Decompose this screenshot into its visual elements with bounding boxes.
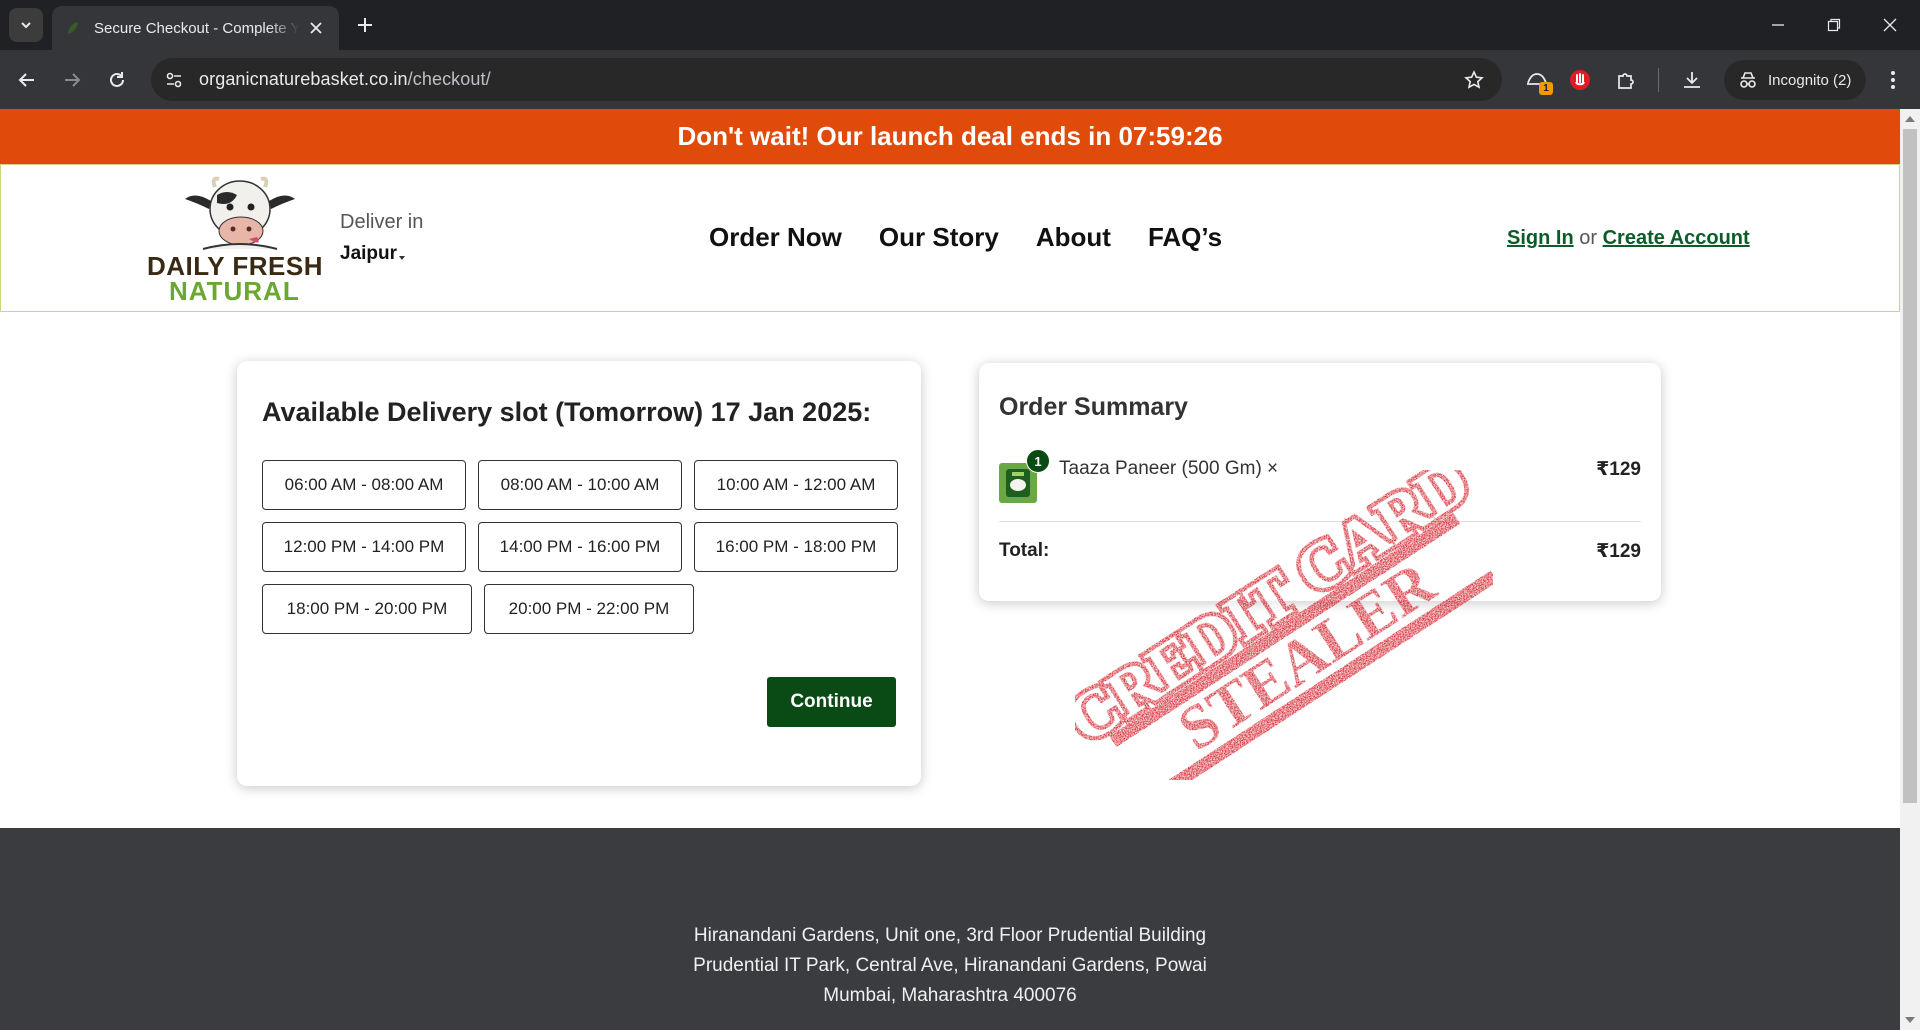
- create-account-link[interactable]: Create Account: [1603, 227, 1750, 249]
- item-price: ₹129: [1596, 459, 1641, 480]
- page-scrollbar[interactable]: [1900, 109, 1920, 1030]
- slot-button[interactable]: 16:00 PM - 18:00 PM: [694, 522, 898, 572]
- scrollbar-thumb[interactable]: [1903, 129, 1917, 803]
- extension-hat-icon[interactable]: 1: [1520, 63, 1554, 97]
- tab-search-button[interactable]: [9, 8, 43, 42]
- extensions-puzzle-icon[interactable]: [1609, 63, 1643, 97]
- arrow-right-icon: [65, 73, 81, 87]
- slot-button[interactable]: 12:00 PM - 14:00 PM: [262, 522, 466, 572]
- company-address: Hiranandani Gardens, Unit one, 3rd Floor…: [0, 921, 1900, 1011]
- slot-button[interactable]: 10:00 AM - 12:00 AM: [694, 460, 898, 510]
- chevron-down-icon: [21, 22, 31, 29]
- reload-button[interactable]: [100, 63, 134, 97]
- incognito-icon: [1740, 72, 1756, 88]
- checkout-page: Don't wait! Our launch deal ends in 07:5…: [0, 109, 1900, 1030]
- minimize-icon: [1772, 24, 1784, 26]
- caret-down-icon: [399, 256, 406, 260]
- new-tab-button[interactable]: [352, 12, 378, 38]
- total-value: ₹129: [1596, 541, 1641, 562]
- browser-tab-strip: Secure Checkout - Complete Your Order: [0, 0, 1920, 50]
- deliver-label: Deliver in: [340, 211, 424, 233]
- url-path: /checkout/: [407, 69, 491, 89]
- address-line: Prudential IT Park, Central Ave, Hiranan…: [693, 955, 1207, 976]
- minimize-button[interactable]: [1750, 0, 1806, 50]
- deliver-city-name: Jaipur: [340, 243, 398, 264]
- restore-icon: [1827, 18, 1841, 32]
- page-viewport: Don't wait! Our launch deal ends in 07:5…: [0, 109, 1920, 1030]
- browser-tab-active[interactable]: Secure Checkout - Complete Your Order: [52, 6, 339, 50]
- extension-badge: 1: [1539, 82, 1553, 95]
- address-line: Hiranandani Gardens, Unit one, 3rd Floor…: [693, 925, 1207, 946]
- delivery-location[interactable]: Deliver in Jaipur: [340, 211, 423, 265]
- bookmark-star-icon[interactable]: [1458, 64, 1490, 96]
- slot-button[interactable]: 08:00 AM - 10:00 AM: [478, 460, 682, 510]
- incognito-indicator[interactable]: Incognito (2): [1724, 60, 1866, 100]
- paneer-pack-icon: [1006, 469, 1030, 497]
- item-quantity-badge: 1: [1026, 449, 1050, 473]
- sign-in-link[interactable]: Sign In: [1507, 227, 1574, 249]
- browser-toolbar: organicnaturebasket.co.in/checkout/ 1 In…: [0, 50, 1920, 109]
- logo-line2: NATURAL: [169, 276, 300, 306]
- close-tab-icon[interactable]: [305, 17, 327, 39]
- scroll-down-icon[interactable]: [1905, 1017, 1915, 1023]
- restore-button[interactable]: [1806, 0, 1862, 50]
- slot-button[interactable]: 06:00 AM - 08:00 AM: [262, 460, 466, 510]
- continue-button[interactable]: Continue: [767, 677, 896, 727]
- scroll-up-icon[interactable]: [1905, 116, 1915, 122]
- delivery-slot-card: Available Delivery slot (Tomorrow) 17 Ja…: [237, 361, 921, 786]
- address-bar[interactable]: organicnaturebasket.co.in/checkout/: [151, 58, 1502, 101]
- favicon-icon: [64, 19, 82, 37]
- close-icon: [1883, 18, 1897, 32]
- nav-our-story[interactable]: Our Story: [879, 222, 999, 253]
- order-summary-title: Order Summary: [999, 393, 1188, 421]
- site-footer: Hiranandani Gardens, Unit one, 3rd Floor…: [0, 828, 1900, 1030]
- back-button[interactable]: [10, 63, 44, 97]
- browser-menu-icon[interactable]: [1878, 63, 1908, 97]
- delivery-slot-title: Available Delivery slot (Tomorrow) 17 Ja…: [262, 397, 872, 427]
- nav-about[interactable]: About: [1036, 222, 1111, 253]
- url-text: organicnaturebasket.co.in/checkout/: [199, 69, 491, 90]
- auth-links: Sign In or Create Account: [1507, 227, 1750, 250]
- nav-faqs[interactable]: FAQ’s: [1148, 222, 1222, 253]
- forward-button[interactable]: [55, 63, 89, 97]
- close-window-button[interactable]: [1862, 0, 1918, 50]
- total-label: Total:: [999, 540, 1050, 561]
- plus-icon: [358, 18, 372, 32]
- cow-mascot-icon: [185, 176, 295, 250]
- auth-or-text: or: [1579, 227, 1598, 249]
- brand-logo[interactable]: DAILY FRESH NATURAL: [145, 173, 333, 306]
- promo-text: Don't wait! Our launch deal ends in 07:5…: [677, 121, 1223, 151]
- nav-order-now[interactable]: Order Now: [709, 222, 842, 253]
- slot-button[interactable]: 20:00 PM - 22:00 PM: [484, 584, 694, 634]
- main-nav: Order Now Our Story About FAQ’s: [709, 222, 1259, 253]
- toolbar-separator: [1658, 68, 1659, 92]
- slot-button[interactable]: 14:00 PM - 16:00 PM: [478, 522, 682, 572]
- slot-button[interactable]: 18:00 PM - 20:00 PM: [262, 584, 472, 634]
- extension-red-shield-icon[interactable]: [1563, 63, 1597, 97]
- address-line: Mumbai, Maharashtra 400076: [823, 985, 1077, 1006]
- site-info-icon[interactable]: [159, 65, 189, 95]
- incognito-label: Incognito (2): [1768, 71, 1852, 89]
- reload-icon: [110, 72, 124, 87]
- deliver-city: Jaipur: [340, 243, 423, 265]
- url-domain: organicnaturebasket.co.in: [199, 69, 408, 89]
- site-header: DAILY FRESH NATURAL Deliver in Jaipur Or…: [0, 164, 1900, 312]
- warning-stamp-overlay: CREDIT CARD STEALER: [1075, 470, 1493, 780]
- arrow-left-icon: [18, 73, 34, 87]
- download-icon[interactable]: [1675, 63, 1709, 97]
- tab-title: Secure Checkout - Complete Your Order: [94, 19, 299, 37]
- promo-banner: Don't wait! Our launch deal ends in 07:5…: [0, 109, 1900, 164]
